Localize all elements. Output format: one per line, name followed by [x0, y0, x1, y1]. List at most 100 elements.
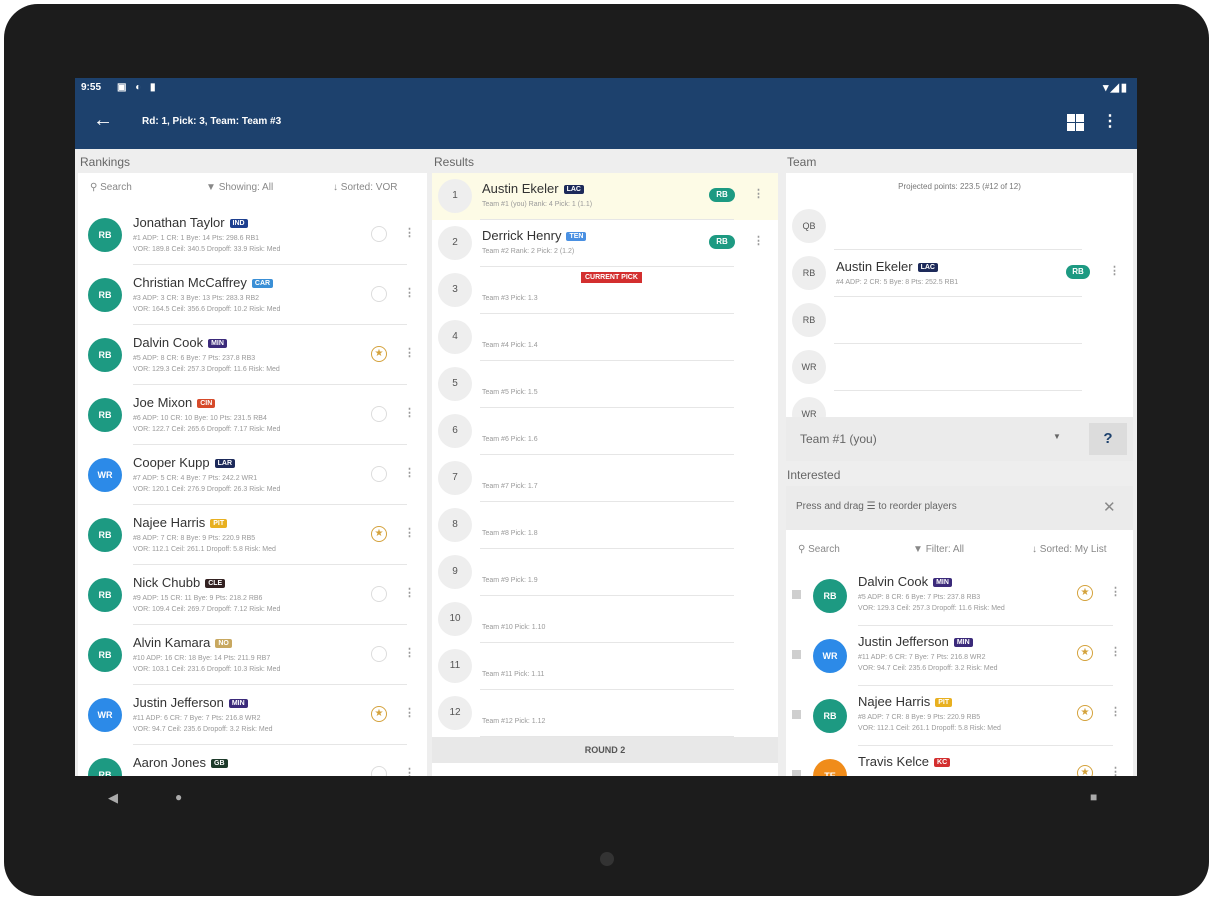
search-icon: ⚲ [90, 182, 98, 193]
slot-position: WR [792, 350, 826, 384]
player-name-line: Najee Harris PIT [133, 515, 228, 530]
player-value-line: VOR: 164.5 Ceil: 356.6 Dropoff: 10.2 Ris… [133, 306, 281, 313]
pick-row[interactable]: 12 Team #12 Pick: 1.12 [432, 690, 778, 737]
nav-home-icon[interactable]: ● [175, 790, 182, 804]
nav-recents-icon[interactable]: ■ [1090, 790, 1097, 804]
more-options-icon[interactable]: ⋮ [1110, 705, 1121, 718]
star-outline-icon[interactable]: ★ [371, 226, 387, 242]
pick-row[interactable]: 10 Team #10 Pick: 1.10 [432, 596, 778, 643]
player-row[interactable]: RB Nick Chubb CLE #9 ADP: 15 CR: 11 Bye: 9 … [78, 565, 427, 625]
player-stats-line: #9 ADP: 15 CR: 11 Bye: 9 Pts: 218.2 RB6 [133, 595, 263, 602]
slot-position: RB [792, 256, 826, 290]
pick-row[interactable]: 8 Team #8 Pick: 1.8 [432, 502, 778, 549]
more-options-icon[interactable]: ⋮ [404, 766, 415, 776]
team-selector-dropdown[interactable]: Team #1 (you) ▼ [786, 417, 1076, 461]
overflow-menu-icon[interactable]: ⋮ [1102, 111, 1118, 131]
star-outline-icon[interactable]: ★ [371, 646, 387, 662]
player-row[interactable]: RB Dalvin Cook MIN #5 ADP: 8 CR: 6 Bye: 7 P… [78, 325, 427, 385]
interested-row[interactable]: RB Dalvin Cook MIN #5 ADP: 8 CR: 6 Bye: 7 P… [786, 566, 1133, 626]
more-options-icon[interactable]: ⋮ [404, 346, 415, 359]
team-slot[interactable]: WR [786, 391, 1133, 417]
pick-row[interactable]: 6 Team #6 Pick: 1.6 [432, 408, 778, 455]
star-filled-icon[interactable]: ★ [371, 346, 387, 362]
more-options-icon[interactable]: ⋮ [753, 187, 764, 200]
team-slot[interactable]: RB Austin Ekeler LAC #4 ADP: 2 CR: 5 Bye: 8… [786, 250, 1133, 297]
interested-sort[interactable]: ↓ Sorted: My List [1032, 544, 1106, 555]
help-button[interactable]: ? [1089, 423, 1127, 455]
pick-number: 3 [438, 273, 472, 307]
pick-row[interactable]: 1 Austin Ekeler LAC Team #1 (you) Rank: 4 P… [432, 173, 778, 220]
drag-handle-icon[interactable] [792, 710, 801, 719]
position-avatar: WR [813, 639, 847, 673]
player-stats-line: #8 ADP: 7 CR: 8 Bye: 9 Pts: 220.9 RB5 [133, 535, 256, 542]
interested-filter[interactable]: ▼ Filter: All [913, 544, 964, 555]
pick-number: 1 [438, 179, 472, 213]
team-slot[interactable]: RB [786, 297, 1133, 344]
star-outline-icon[interactable]: ★ [371, 766, 387, 776]
star-filled-icon[interactable]: ★ [1077, 765, 1093, 776]
player-name-line: Jonathan Taylor IND [133, 215, 248, 230]
interested-row[interactable]: RB Najee Harris PIT #8 ADP: 7 CR: 8 Bye: 9 … [786, 686, 1133, 746]
player-row[interactable]: RB Jonathan Taylor IND #1 ADP: 1 CR: 1 Bye:… [78, 205, 427, 265]
more-options-icon[interactable]: ⋮ [404, 706, 415, 719]
signal-battery-icons: ▾◢▮ [1102, 82, 1129, 94]
player-row[interactable]: RB Alvin Kamara NO #10 ADP: 16 CR: 18 Bye: … [78, 625, 427, 685]
star-outline-icon[interactable]: ★ [371, 586, 387, 602]
player-row[interactable]: RB Najee Harris PIT #8 ADP: 7 CR: 8 Bye: 9 … [78, 505, 427, 565]
position-pill: RB [709, 188, 735, 202]
interested-row[interactable]: TE Travis Kelce KC ★ ⋮ [786, 746, 1133, 776]
team-slot[interactable]: QB [786, 203, 1133, 250]
pick-row[interactable]: 9 Team #9 Pick: 1.9 [432, 549, 778, 596]
close-icon[interactable]: ✕ [1103, 498, 1116, 516]
team-header: Team [787, 155, 817, 169]
nav-back-icon[interactable]: ◀ [108, 790, 118, 806]
pick-number: 6 [438, 414, 472, 448]
more-options-icon[interactable]: ⋮ [404, 226, 415, 239]
rankings-search[interactable]: ⚲ Search [90, 182, 132, 193]
drag-handle-icon[interactable] [792, 650, 801, 659]
player-row[interactable]: WR Cooper Kupp LAR #7 ADP: 5 CR: 4 Bye: 7 P… [78, 445, 427, 505]
pick-row[interactable]: 2 Derrick Henry TEN Team #2 Rank: 2 Pick: 2… [432, 220, 778, 267]
more-options-icon[interactable]: ⋮ [404, 586, 415, 599]
star-outline-icon[interactable]: ★ [371, 466, 387, 482]
more-options-icon[interactable]: ⋮ [404, 646, 415, 659]
star-outline-icon[interactable]: ★ [371, 286, 387, 302]
position-avatar: RB [88, 218, 122, 252]
rankings-sort[interactable]: ↓ Sorted: VOR [333, 182, 397, 193]
star-outline-icon[interactable]: ★ [371, 406, 387, 422]
pick-row[interactable]: 5 Team #5 Pick: 1.5 [432, 361, 778, 408]
more-options-icon[interactable]: ⋮ [404, 406, 415, 419]
star-filled-icon[interactable]: ★ [1077, 585, 1093, 601]
star-filled-icon[interactable]: ★ [1077, 705, 1093, 721]
team-slot[interactable]: WR [786, 344, 1133, 391]
more-options-icon[interactable]: ⋮ [753, 234, 764, 247]
rankings-filter[interactable]: ▼ Showing: All [206, 182, 273, 193]
more-options-icon[interactable]: ⋮ [404, 286, 415, 299]
interested-search[interactable]: ⚲ Search [798, 544, 840, 555]
layout-grid-icon[interactable] [1067, 114, 1084, 131]
pick-row[interactable]: 7 Team #7 Pick: 1.7 [432, 455, 778, 502]
more-options-icon[interactable]: ⋮ [404, 526, 415, 539]
pick-team-label: Team #12 Pick: 1.12 [482, 718, 546, 725]
slot-position: QB [792, 209, 826, 243]
pick-row[interactable]: 4 Team #4 Pick: 1.4 [432, 314, 778, 361]
more-options-icon[interactable]: ⋮ [1110, 765, 1121, 776]
player-row[interactable]: RB Joe Mixon CIN #6 ADP: 10 CR: 10 Bye: 10 … [78, 385, 427, 445]
more-options-icon[interactable]: ⋮ [1110, 645, 1121, 658]
interested-row[interactable]: WR Justin Jefferson MIN #11 ADP: 6 CR: 7 By… [786, 626, 1133, 686]
pick-row[interactable]: 11 Team #11 Pick: 1.11 [432, 643, 778, 690]
player-row[interactable]: RB Aaron Jones GB ★ ⋮ [78, 745, 427, 776]
player-row[interactable]: WR Justin Jefferson MIN #11 ADP: 6 CR: 7 By… [78, 685, 427, 745]
back-arrow-icon[interactable]: ← [93, 109, 113, 132]
player-value-line: VOR: 94.7 Ceil: 235.6 Dropoff: 3.2 Risk:… [133, 726, 273, 733]
star-filled-icon[interactable]: ★ [371, 526, 387, 542]
more-options-icon[interactable]: ⋮ [1110, 585, 1121, 598]
drag-handle-icon[interactable] [792, 590, 801, 599]
star-filled-icon[interactable]: ★ [1077, 645, 1093, 661]
more-options-icon[interactable]: ⋮ [1109, 264, 1120, 277]
pick-row[interactable]: 3 Team #3 Pick: 1.3 CURRENT PICK [432, 267, 778, 314]
more-options-icon[interactable]: ⋮ [404, 466, 415, 479]
player-value-line: VOR: 129.3 Ceil: 257.3 Dropoff: 11.6 Ris… [133, 366, 280, 373]
player-row[interactable]: RB Christian McCaffrey CAR #3 ADP: 3 CR: 3 … [78, 265, 427, 325]
star-filled-icon[interactable]: ★ [371, 706, 387, 722]
